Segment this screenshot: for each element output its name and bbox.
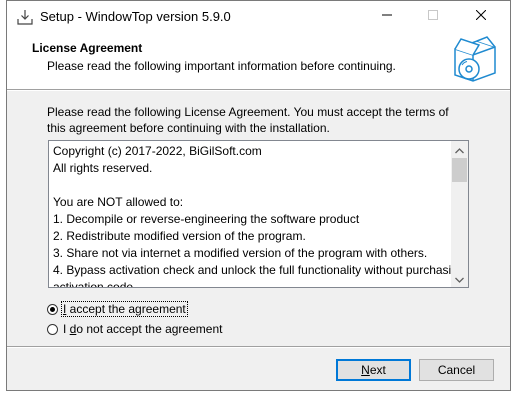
minimize-button[interactable] — [364, 1, 410, 31]
license-line: Copyright (c) 2017-2022, BiGilSoft.com — [53, 144, 262, 158]
decline-radio[interactable] — [47, 323, 58, 335]
page-title: License Agreement — [32, 41, 143, 55]
header-divider — [7, 89, 510, 91]
radio-selected-dot — [50, 306, 55, 312]
decline-agreement-option[interactable]: I do not accept the agreement — [47, 321, 224, 337]
license-line: You are NOT allowed to: — [53, 195, 184, 209]
decline-label-rest: o not accept the agreement — [76, 322, 223, 336]
license-line: 3. Share not via internet a modified ver… — [53, 246, 428, 260]
window-title: Setup - WindowTop version 5.9.0 — [40, 9, 231, 24]
chevron-down-icon — [455, 270, 464, 288]
wizard-header: License Agreement Please read the follow… — [7, 31, 510, 89]
scroll-thumb[interactable] — [452, 158, 467, 182]
next-accelerator: N — [361, 363, 370, 377]
license-text[interactable]: Copyright (c) 2017-2022, BiGilSoft.com A… — [53, 143, 465, 288]
decline-label-prefix: I — [63, 322, 70, 336]
minimize-icon — [382, 7, 392, 25]
setup-download-icon — [16, 8, 34, 26]
next-label-rest: ext — [369, 363, 386, 377]
license-instructions: Please read the following License Agreem… — [47, 105, 449, 135]
title-bar[interactable]: Setup - WindowTop version 5.9.0 — [7, 1, 510, 31]
setup-window: Setup - WindowTop version 5.9.0 License … — [6, 0, 511, 391]
license-line: All rights reserved. — [53, 161, 153, 175]
license-line: 1. Decompile or reverse-engineering the … — [53, 212, 360, 226]
page-subtitle: Please read the following important info… — [47, 59, 396, 73]
accept-label-rest: accept the agreement — [66, 302, 186, 316]
license-line — [53, 177, 448, 194]
close-icon — [475, 7, 487, 25]
license-line: 2. Redistribute modified version of the … — [53, 229, 306, 243]
chevron-up-icon — [455, 141, 464, 159]
scroll-down-button[interactable] — [451, 270, 468, 287]
cancel-button[interactable]: Cancel — [419, 359, 494, 381]
license-line: activation code — [53, 280, 134, 288]
close-button[interactable] — [458, 1, 504, 31]
license-scrollbar[interactable] — [451, 141, 468, 287]
accept-agreement-option[interactable]: I accept the agreement — [47, 301, 188, 317]
next-button[interactable]: Next — [336, 359, 411, 381]
footer-divider — [7, 346, 510, 348]
setup-box-cd-icon — [451, 35, 499, 85]
license-line: 4. Bypass activation check and unlock th… — [53, 263, 465, 277]
license-text-box[interactable]: Copyright (c) 2017-2022, BiGilSoft.com A… — [48, 140, 469, 288]
scroll-up-button[interactable] — [451, 141, 468, 158]
accept-label[interactable]: I accept the agreement — [61, 301, 188, 317]
decline-label[interactable]: I do not accept the agreement — [61, 321, 224, 337]
accept-radio[interactable] — [47, 303, 58, 315]
maximize-icon — [428, 7, 438, 25]
maximize-button — [410, 1, 456, 31]
